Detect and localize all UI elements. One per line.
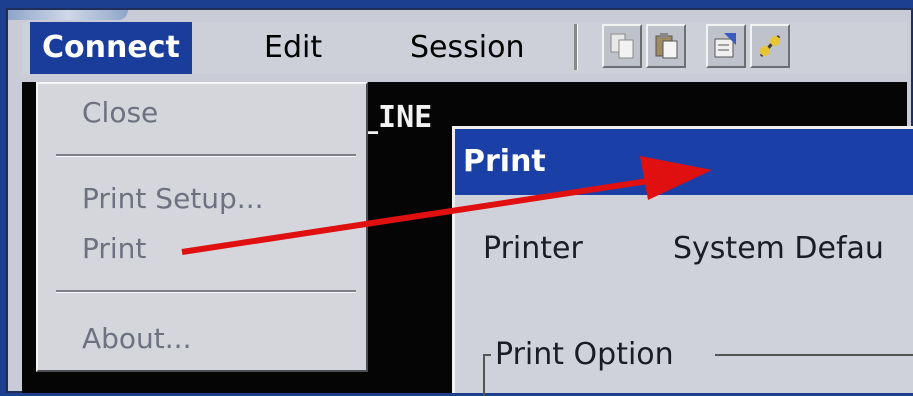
arrow-shaft [181,177,656,255]
arrow-head [640,156,712,200]
annotation-arrow [181,156,712,255]
